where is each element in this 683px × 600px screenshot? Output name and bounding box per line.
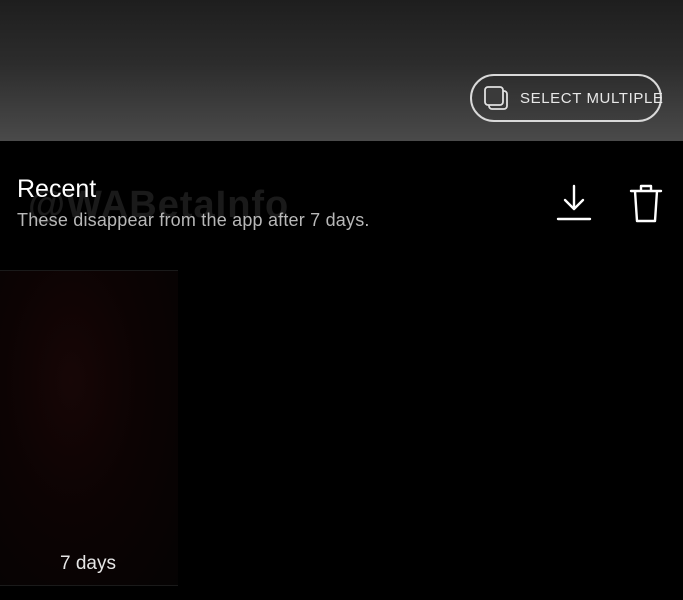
delete-button[interactable] [624,182,668,228]
media-tile-expiry-label: 7 days [60,553,116,574]
select-multiple-label: SELECT MULTIPLE [520,89,664,107]
download-button[interactable] [552,182,596,228]
select-multiple-button[interactable]: SELECT MULTIPLE [470,74,664,122]
page: SELECT MULTIPLE @WABetaInfo Recent These… [0,0,683,600]
section-title: Recent [17,175,97,203]
stacked-squares-icon [482,83,510,113]
top-banner: SELECT MULTIPLE [0,0,683,141]
section-header: Recent These disappear from the app afte… [17,174,497,232]
trash-icon [626,181,666,230]
section-subtitle: These disappear from the app after 7 day… [17,210,370,230]
media-tile[interactable]: 7 days [0,270,178,586]
download-icon [554,181,594,230]
